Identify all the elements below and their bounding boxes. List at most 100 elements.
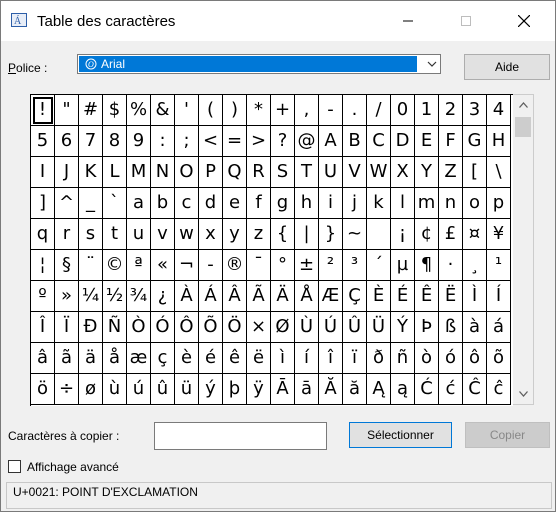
advanced-view-checkbox[interactable] <box>8 460 21 473</box>
character-cell[interactable]: X <box>391 157 415 188</box>
character-cell[interactable]: À <box>175 281 199 312</box>
grid-scrollbar[interactable] <box>513 94 534 405</box>
character-cell[interactable]: Ä <box>271 281 295 312</box>
character-cell[interactable]: - <box>319 95 343 126</box>
character-cell[interactable]: í <box>295 343 319 374</box>
character-cell[interactable]: ? <box>271 126 295 157</box>
character-cell[interactable]: Ù <box>295 312 319 343</box>
character-cell[interactable]: £ <box>439 219 463 250</box>
character-cell[interactable]: 7 <box>79 126 103 157</box>
character-cell[interactable]: ¨ <box>79 250 103 281</box>
character-cell[interactable]: ¼ <box>79 281 103 312</box>
character-cell[interactable]: ² <box>319 250 343 281</box>
character-cell[interactable]: ö <box>31 374 55 405</box>
character-cell[interactable]: d <box>199 188 223 219</box>
character-cell[interactable]: ÷ <box>55 374 79 405</box>
character-cell[interactable]: ; <box>175 126 199 157</box>
character-cell[interactable]: - <box>199 250 223 281</box>
character-cell[interactable]: k <box>367 188 391 219</box>
character-cell[interactable]: & <box>151 95 175 126</box>
character-cell[interactable]: ë <box>247 343 271 374</box>
close-button[interactable] <box>501 1 547 41</box>
character-cell[interactable]: ã <box>55 343 79 374</box>
character-cell[interactable]: h <box>295 188 319 219</box>
character-cell[interactable]: Í <box>487 281 511 312</box>
character-cell[interactable]: å <box>103 343 127 374</box>
character-cell[interactable]: M <box>127 157 151 188</box>
character-cell[interactable]: è <box>175 343 199 374</box>
character-cell[interactable]: ^ <box>55 188 79 219</box>
character-cell[interactable]: ¾ <box>127 281 151 312</box>
character-cell[interactable]: . <box>343 95 367 126</box>
character-cell[interactable]: W <box>367 157 391 188</box>
character-cell[interactable]: 6 <box>55 126 79 157</box>
character-cell[interactable]: Q <box>223 157 247 188</box>
character-cell[interactable]: @ <box>295 126 319 157</box>
character-cell[interactable]: » <box>55 281 79 312</box>
character-cell[interactable] <box>367 219 391 250</box>
character-cell[interactable]: D <box>391 126 415 157</box>
character-cell[interactable]: ¡ <box>391 219 415 250</box>
character-cell[interactable]: ] <box>31 188 55 219</box>
character-cell[interactable]: º <box>31 281 55 312</box>
chevron-down-icon[interactable] <box>427 58 437 72</box>
character-cell[interactable]: ā <box>295 374 319 405</box>
character-cell[interactable]: J <box>55 157 79 188</box>
character-cell[interactable]: s <box>79 219 103 250</box>
character-cell[interactable]: j <box>343 188 367 219</box>
character-cell[interactable]: ° <box>271 250 295 281</box>
character-cell[interactable]: Ý <box>391 312 415 343</box>
character-cell[interactable]: L <box>103 157 127 188</box>
character-cell[interactable]: Ü <box>367 312 391 343</box>
character-cell[interactable]: ÿ <box>247 374 271 405</box>
character-cell[interactable]: Ø <box>271 312 295 343</box>
character-cell[interactable]: ô <box>463 343 487 374</box>
character-cell[interactable]: { <box>271 219 295 250</box>
character-cell[interactable]: ø <box>79 374 103 405</box>
character-cell[interactable]: â <box>31 343 55 374</box>
character-cell[interactable]: Õ <box>199 312 223 343</box>
character-cell[interactable]: < <box>199 126 223 157</box>
character-cell[interactable]: r <box>55 219 79 250</box>
character-cell[interactable]: ³ <box>343 250 367 281</box>
character-cell[interactable]: N <box>151 157 175 188</box>
character-cell[interactable]: ) <box>223 95 247 126</box>
character-cell[interactable]: ª <box>127 250 151 281</box>
character-cell[interactable]: b <box>151 188 175 219</box>
character-cell[interactable]: Ą <box>367 374 391 405</box>
character-cell[interactable]: ¤ <box>463 219 487 250</box>
character-cell[interactable]: / <box>367 95 391 126</box>
character-cell[interactable]: á <box>487 312 511 343</box>
character-cell[interactable]: ù <box>103 374 127 405</box>
character-cell[interactable]: ą <box>391 374 415 405</box>
character-cell[interactable]: Ç <box>343 281 367 312</box>
select-button[interactable]: Sélectionner <box>349 422 452 448</box>
character-cell[interactable]: % <box>127 95 151 126</box>
character-cell[interactable]: \ <box>487 157 511 188</box>
character-cell[interactable]: ` <box>103 188 127 219</box>
character-cell[interactable]: 8 <box>103 126 127 157</box>
character-cell[interactable]: Ĉ <box>463 374 487 405</box>
character-cell[interactable]: z <box>247 219 271 250</box>
character-cell[interactable]: K <box>79 157 103 188</box>
character-cell[interactable]: Ò <box>127 312 151 343</box>
maximize-button[interactable] <box>443 1 489 41</box>
character-cell[interactable]: A <box>319 126 343 157</box>
character-cell[interactable]: ¯ <box>247 250 271 281</box>
character-cell[interactable]: o <box>463 188 487 219</box>
character-cell[interactable]: « <box>151 250 175 281</box>
character-cell[interactable]: O <box>175 157 199 188</box>
character-cell[interactable]: Ã <box>247 281 271 312</box>
character-cell[interactable]: e <box>223 188 247 219</box>
character-cell[interactable]: é <box>199 343 223 374</box>
minimize-button[interactable] <box>385 1 431 41</box>
character-cell[interactable]: Z <box>439 157 463 188</box>
copy-button[interactable]: Copier <box>465 422 550 448</box>
character-cell[interactable]: ± <box>295 250 319 281</box>
character-cell[interactable]: § <box>55 250 79 281</box>
character-cell[interactable]: i <box>319 188 343 219</box>
character-cell[interactable]: ½ <box>103 281 127 312</box>
character-cell[interactable]: 5 <box>31 126 55 157</box>
character-cell[interactable]: p <box>487 188 511 219</box>
character-cell[interactable]: ¿ <box>151 281 175 312</box>
